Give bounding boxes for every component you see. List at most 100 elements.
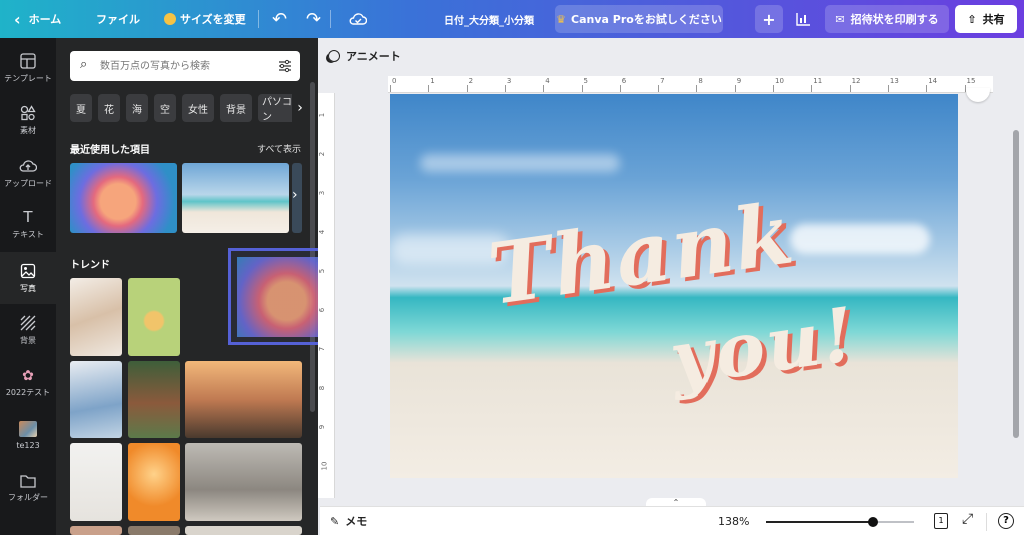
trend-thumb-partial[interactable] — [128, 526, 180, 535]
canvas-scrollbar[interactable] — [1013, 130, 1019, 438]
trend-thumb-family[interactable] — [185, 361, 302, 438]
search-icon: ⌕ — [80, 57, 88, 72]
try-pro-button[interactable]: ♛ Canva Proをお試しください — [555, 5, 723, 33]
print-label: 招待状を印刷する — [850, 13, 939, 26]
print-invitation-button[interactable]: ✉ 招待状を印刷する — [825, 5, 949, 33]
upload-icon — [19, 159, 37, 172]
trend-thumb-house[interactable] — [128, 361, 180, 438]
design-text-you[interactable]: you! — [665, 291, 862, 402]
ruler-tick-label: 4 — [545, 77, 550, 85]
ruler-tick-label: 7 — [660, 77, 665, 85]
trend-thumb-shoes[interactable] — [70, 443, 122, 521]
trend-title: トレンド — [70, 260, 110, 271]
cloud-shape — [420, 154, 620, 172]
chip-background[interactable]: 背景 — [220, 94, 252, 122]
ruler-tick — [849, 85, 851, 92]
rail-label: フォルダー — [8, 492, 48, 502]
divider — [986, 513, 987, 531]
recent-thumb-flower[interactable] — [70, 163, 177, 233]
rail-item-upload[interactable]: アップロード — [0, 147, 56, 199]
rail-item-elements[interactable]: 素材 — [0, 94, 56, 146]
share-button[interactable]: ⇧ 共有 — [955, 5, 1017, 33]
ruler-tick — [658, 85, 660, 92]
chevron-right-icon[interactable]: › — [292, 187, 298, 203]
resize-button[interactable]: サイズを変更 — [164, 0, 246, 38]
zoom-value[interactable]: 138% — [718, 515, 749, 528]
ruler-tick-label: 2 — [468, 77, 474, 85]
rail-label: 2022テスト — [5, 387, 51, 397]
design-text-thank[interactable]: Thank — [483, 183, 801, 324]
chip-summer[interactable]: 夏 — [70, 94, 92, 122]
ruler-tick-label: 3 — [506, 77, 512, 85]
photo-search-box[interactable]: ⌕ — [70, 51, 300, 81]
trend-thumb-denim[interactable] — [70, 361, 122, 438]
animate-button[interactable]: アニメート — [328, 46, 401, 66]
rail-item-photo[interactable]: 写真 — [0, 252, 56, 304]
redo-icon[interactable]: ↷ — [306, 0, 321, 38]
bottom-bar: ✎ メモ 138% 1 ⤢ ? — [320, 506, 1024, 535]
rail-item-te123[interactable]: te123 — [0, 409, 56, 461]
flower-icon: ✿ — [22, 367, 34, 384]
trend-thumb-fruit[interactable] — [128, 278, 180, 356]
document-title[interactable]: 日付_大分類_小分類 — [444, 0, 534, 38]
side-rail: テンプレート 素材 アップロード T テキスト 写真 背景 ✿ 2022テスト … — [0, 38, 56, 535]
rail-label: テンプレート — [4, 73, 52, 83]
chip-woman[interactable]: 女性 — [182, 94, 214, 122]
undo-icon[interactable]: ↶ — [272, 0, 287, 38]
design-page[interactable]: Thank you! — [390, 94, 958, 478]
rail-item-template[interactable]: テンプレート — [0, 42, 56, 94]
recent-thumb-beach[interactable] — [182, 163, 289, 233]
rail-item-text[interactable]: T テキスト — [0, 199, 56, 251]
notes-button[interactable]: ✎ メモ — [330, 513, 367, 529]
chip-sea[interactable]: 海 — [126, 94, 148, 122]
home-button[interactable]: ‹ ホーム — [14, 0, 61, 38]
ruler-tick-label: 3 — [318, 190, 327, 196]
chip-sky[interactable]: 空 — [154, 94, 176, 122]
help-icon[interactable]: ? — [998, 513, 1014, 529]
filter-icon[interactable] — [278, 59, 292, 73]
cloud-sync-icon[interactable] — [349, 0, 367, 38]
see-all-link[interactable]: すべて表示 — [257, 142, 301, 155]
ruler-tick — [428, 85, 430, 92]
chevron-left-icon: ‹ — [14, 9, 21, 29]
rail-label: アップロード — [4, 178, 52, 188]
ruler-tick-label: 15 — [966, 77, 976, 85]
top-toolbar: ‹ ホーム ファイル サイズを変更 ↶ ↷ 日付_大分類_小分類 ♛ Canva… — [0, 0, 1024, 38]
chip-flower[interactable]: 花 — [98, 94, 120, 122]
ruler-tick-label: 6 — [621, 77, 627, 85]
ruler-tick-label: 8 — [698, 77, 703, 85]
vertical-ruler: 1 2 3 4 5 6 7 8 9 10 — [318, 93, 335, 498]
zoom-slider-knob[interactable] — [867, 517, 878, 527]
photo-search-input[interactable] — [100, 56, 270, 76]
trend-thumb-dancers[interactable] — [185, 443, 302, 521]
trend-thumb-hands[interactable] — [70, 278, 122, 356]
page-count-icon[interactable]: 1 — [934, 513, 948, 529]
chevron-right-icon[interactable]: › — [292, 94, 308, 122]
ruler-tick — [811, 85, 813, 92]
folder-icon — [20, 474, 36, 488]
ruler-tick — [619, 85, 621, 92]
zoom-slider-track[interactable] — [766, 517, 914, 527]
add-page-icon[interactable]: + — [755, 5, 783, 33]
panel-scrollbar[interactable] — [310, 82, 315, 412]
animate-icon — [328, 50, 340, 62]
trend-thumb-orange[interactable] — [128, 443, 180, 521]
rail-item-folder[interactable]: フォルダー — [0, 462, 56, 514]
ruler-tick-label: 0 — [392, 77, 397, 85]
rail-item-2022test[interactable]: ✿ 2022テスト — [0, 357, 56, 409]
ruler-tick-label: 4 — [318, 229, 327, 235]
ruler-tick-label: 5 — [318, 268, 327, 274]
ruler-tick-label: 2 — [318, 151, 327, 157]
trend-thumb-partial[interactable] — [185, 526, 302, 535]
rail-label: 写真 — [20, 283, 36, 293]
trend-thumb-partial[interactable] — [70, 526, 122, 535]
share-label: 共有 — [982, 13, 1005, 26]
ruler-tick-label: 1 — [430, 77, 435, 85]
recent-title: 最近使用した項目 — [70, 145, 150, 156]
envelope-icon: ✉ — [835, 12, 845, 26]
fullscreen-icon[interactable]: ⤢ — [962, 511, 973, 527]
rail-item-background[interactable]: 背景 — [0, 304, 56, 356]
file-menu[interactable]: ファイル — [96, 0, 140, 38]
animate-label: アニメート — [346, 50, 401, 63]
insights-icon[interactable] — [789, 5, 817, 33]
